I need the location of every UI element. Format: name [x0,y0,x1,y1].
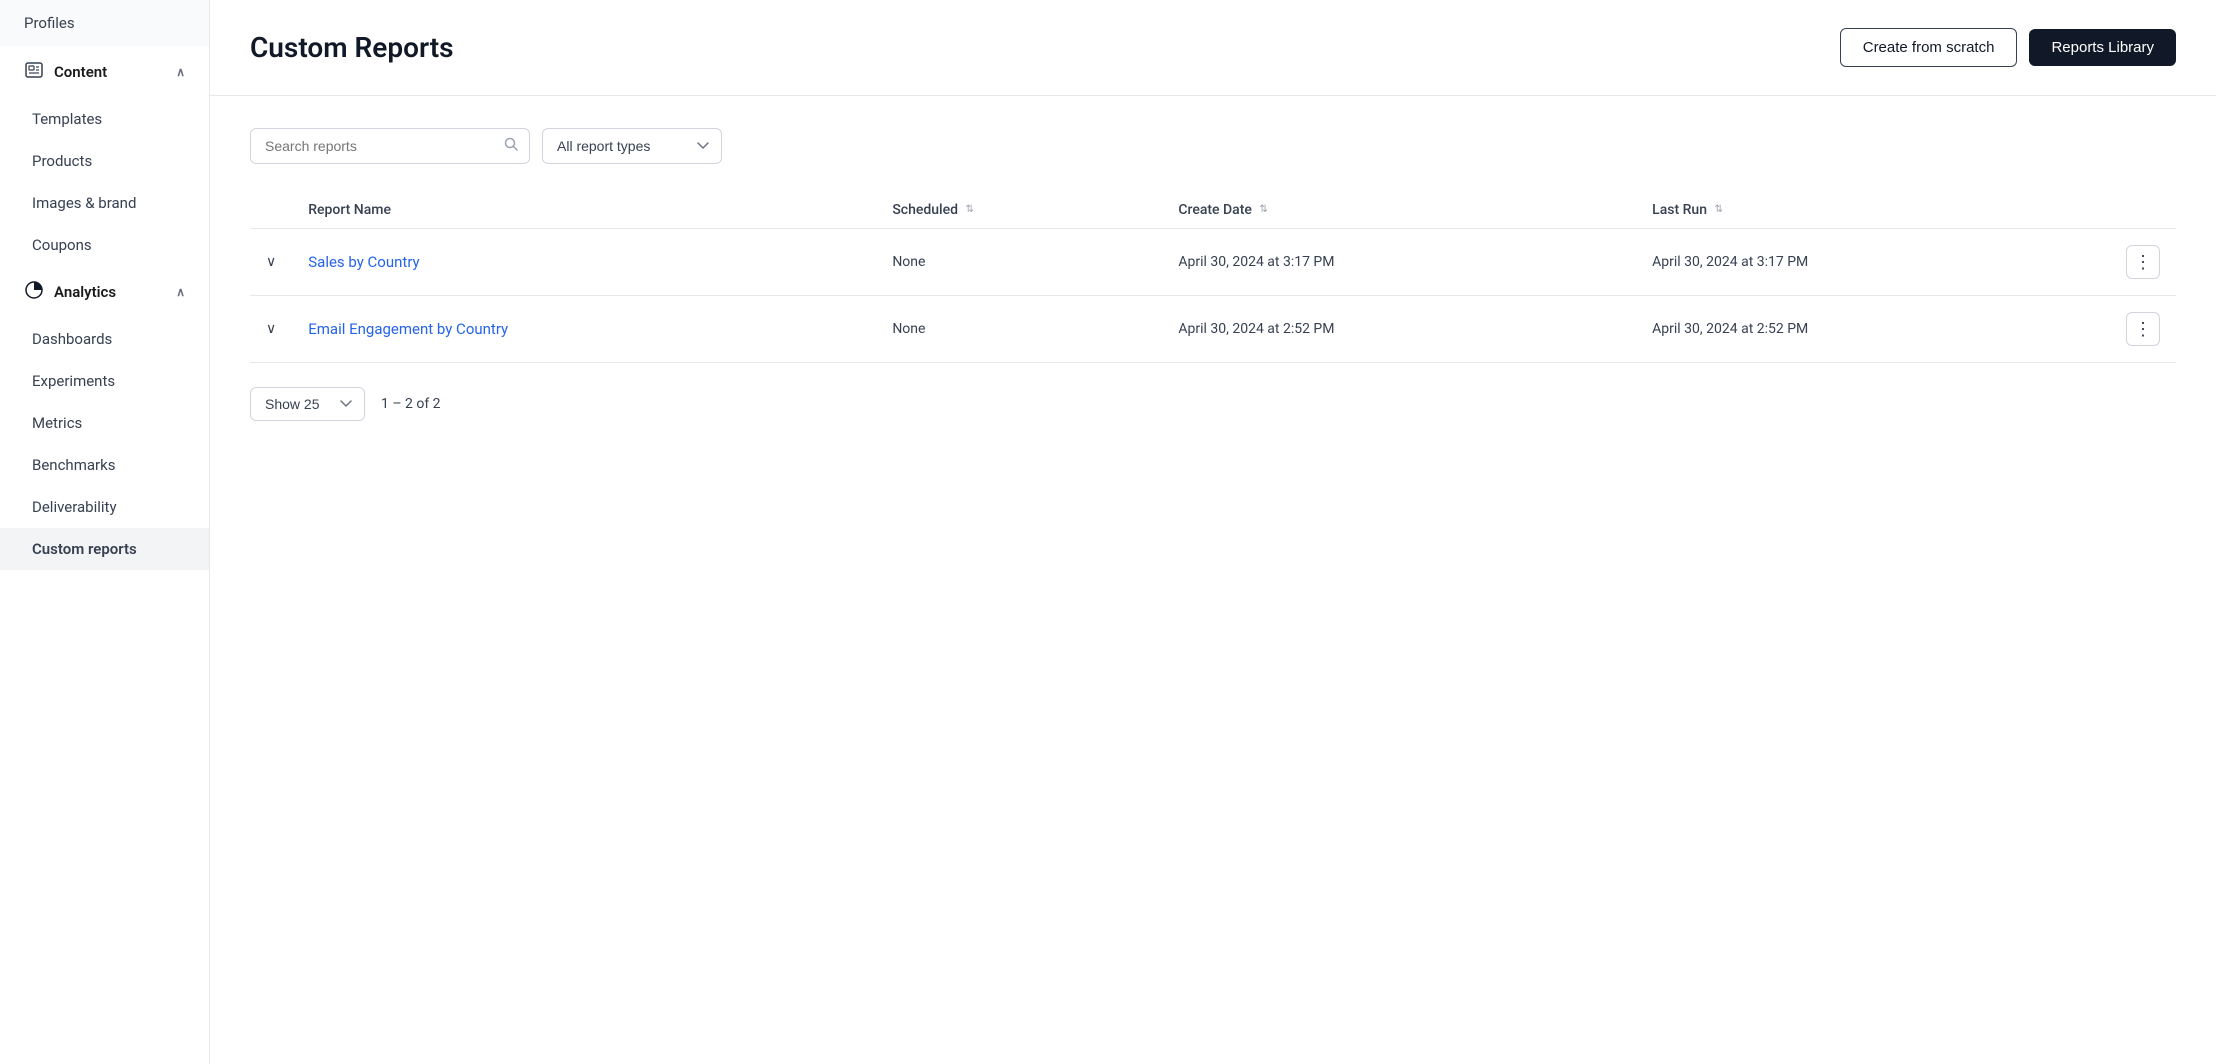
row2-last-run-cell: April 30, 2024 at 2:52 PM [1636,296,2110,363]
col-last-run[interactable]: Last Run ⇅ [1636,192,2110,229]
row1-name-cell: Sales by Country [292,229,876,296]
reports-table: Report Name Scheduled ⇅ Create Date ⇅ La… [250,192,2176,363]
row1-action-cell: ⋮ [2110,229,2176,296]
pagination-row: Show 10 Show 25 Show 50 Show 100 1 – 2 o… [250,387,2176,421]
metrics-label: Metrics [32,414,82,432]
analytics-sub-items: Dashboards Experiments Metrics Benchmark… [0,318,209,570]
row2-action-cell: ⋮ [2110,296,2176,363]
report-type-select[interactable]: All report types Standard Custom [542,128,722,164]
row2-chevron-icon: ∨ [266,321,276,337]
search-icon [504,137,518,155]
row1-expand-btn[interactable]: ∨ [250,229,292,296]
content-area: All report types Standard Custom Report … [210,96,2216,1064]
dashboards-label: Dashboards [32,330,112,348]
row2-create-date: April 30, 2024 at 2:52 PM [1178,321,1334,337]
row1-scheduled-cell: None [876,229,1162,296]
page-header: Custom Reports Create from scratch Repor… [210,0,2216,96]
table-header-row: Report Name Scheduled ⇅ Create Date ⇅ La… [250,192,2176,229]
pagination-info: 1 – 2 of 2 [381,396,441,412]
row1-last-run-cell: April 30, 2024 at 3:17 PM [1636,229,2110,296]
col-actions [2110,192,2176,229]
search-wrapper [250,128,530,164]
products-label: Products [32,152,92,170]
col-scheduled[interactable]: Scheduled ⇅ [876,192,1162,229]
sidebar: Profiles Content ∧ Templates Products [0,0,210,1064]
sidebar-content-label: Content [54,63,107,81]
row1-create-date: April 30, 2024 at 3:17 PM [1178,254,1334,270]
sidebar-item-deliverability[interactable]: Deliverability [0,486,209,528]
analytics-icon [24,280,44,304]
reports-library-button[interactable]: Reports Library [2029,29,2176,66]
row2-name-cell: Email Engagement by Country [292,296,876,363]
deliverability-label: Deliverability [32,498,117,516]
sidebar-item-templates[interactable]: Templates [0,98,209,140]
show-select-wrapper: Show 10 Show 25 Show 50 Show 100 [250,387,365,421]
row2-report-link[interactable]: Email Engagement by Country [308,320,508,338]
row1-more-actions-button[interactable]: ⋮ [2126,245,2160,279]
sidebar-item-benchmarks[interactable]: Benchmarks [0,444,209,486]
create-date-sort-icon: ⇅ [1259,205,1267,215]
row2-last-run: April 30, 2024 at 2:52 PM [1652,321,1808,337]
sidebar-item-metrics[interactable]: Metrics [0,402,209,444]
main-content: Custom Reports Create from scratch Repor… [210,0,2216,1064]
analytics-chevron-icon: ∧ [176,285,185,299]
templates-label: Templates [32,110,102,128]
search-input[interactable] [250,128,530,164]
row2-create-date-cell: April 30, 2024 at 2:52 PM [1162,296,1636,363]
content-icon [24,60,44,84]
sidebar-analytics-label: Analytics [54,283,116,301]
row2-more-actions-button[interactable]: ⋮ [2126,312,2160,346]
content-chevron-icon: ∧ [176,65,185,79]
page-title: Custom Reports [250,31,454,64]
sidebar-item-images-brand[interactable]: Images & brand [0,182,209,224]
row2-expand-btn[interactable]: ∨ [250,296,292,363]
scheduled-sort-icon: ⇅ [966,205,974,215]
sidebar-section-analytics[interactable]: Analytics ∧ [0,266,209,318]
sidebar-item-experiments[interactable]: Experiments [0,360,209,402]
row1-chevron-icon: ∨ [266,254,276,270]
sidebar-item-products[interactable]: Products [0,140,209,182]
images-brand-label: Images & brand [32,194,136,212]
table-row: ∨ Sales by Country None April 30, 2024 a… [250,229,2176,296]
coupons-label: Coupons [32,236,92,254]
header-actions: Create from scratch Reports Library [1840,28,2176,67]
col-report-name[interactable]: Report Name [292,192,876,229]
experiments-label: Experiments [32,372,115,390]
sidebar-item-dashboards[interactable]: Dashboards [0,318,209,360]
last-run-sort-icon: ⇅ [1715,205,1723,215]
row2-scheduled-cell: None [876,296,1162,363]
row1-report-link[interactable]: Sales by Country [308,253,419,271]
row1-last-run: April 30, 2024 at 3:17 PM [1652,254,1808,270]
custom-reports-label: Custom reports [32,540,137,558]
sidebar-item-profiles[interactable]: Profiles [0,0,209,46]
benchmarks-label: Benchmarks [32,456,115,474]
content-sub-items: Templates Products Images & brand Coupon… [0,98,209,266]
show-per-page-select[interactable]: Show 10 Show 25 Show 50 Show 100 [250,387,365,421]
col-create-date[interactable]: Create Date ⇅ [1162,192,1636,229]
sidebar-item-profiles-label: Profiles [24,14,75,32]
row1-create-date-cell: April 30, 2024 at 3:17 PM [1162,229,1636,296]
filters-row: All report types Standard Custom [250,128,2176,164]
col-expand [250,192,292,229]
row1-scheduled: None [892,254,925,270]
sidebar-item-custom-reports[interactable]: Custom reports [0,528,209,570]
table-row: ∨ Email Engagement by Country None April… [250,296,2176,363]
row2-scheduled: None [892,321,925,337]
create-from-scratch-button[interactable]: Create from scratch [1840,28,2018,67]
sidebar-item-coupons[interactable]: Coupons [0,224,209,266]
sidebar-section-content[interactable]: Content ∧ [0,46,209,98]
